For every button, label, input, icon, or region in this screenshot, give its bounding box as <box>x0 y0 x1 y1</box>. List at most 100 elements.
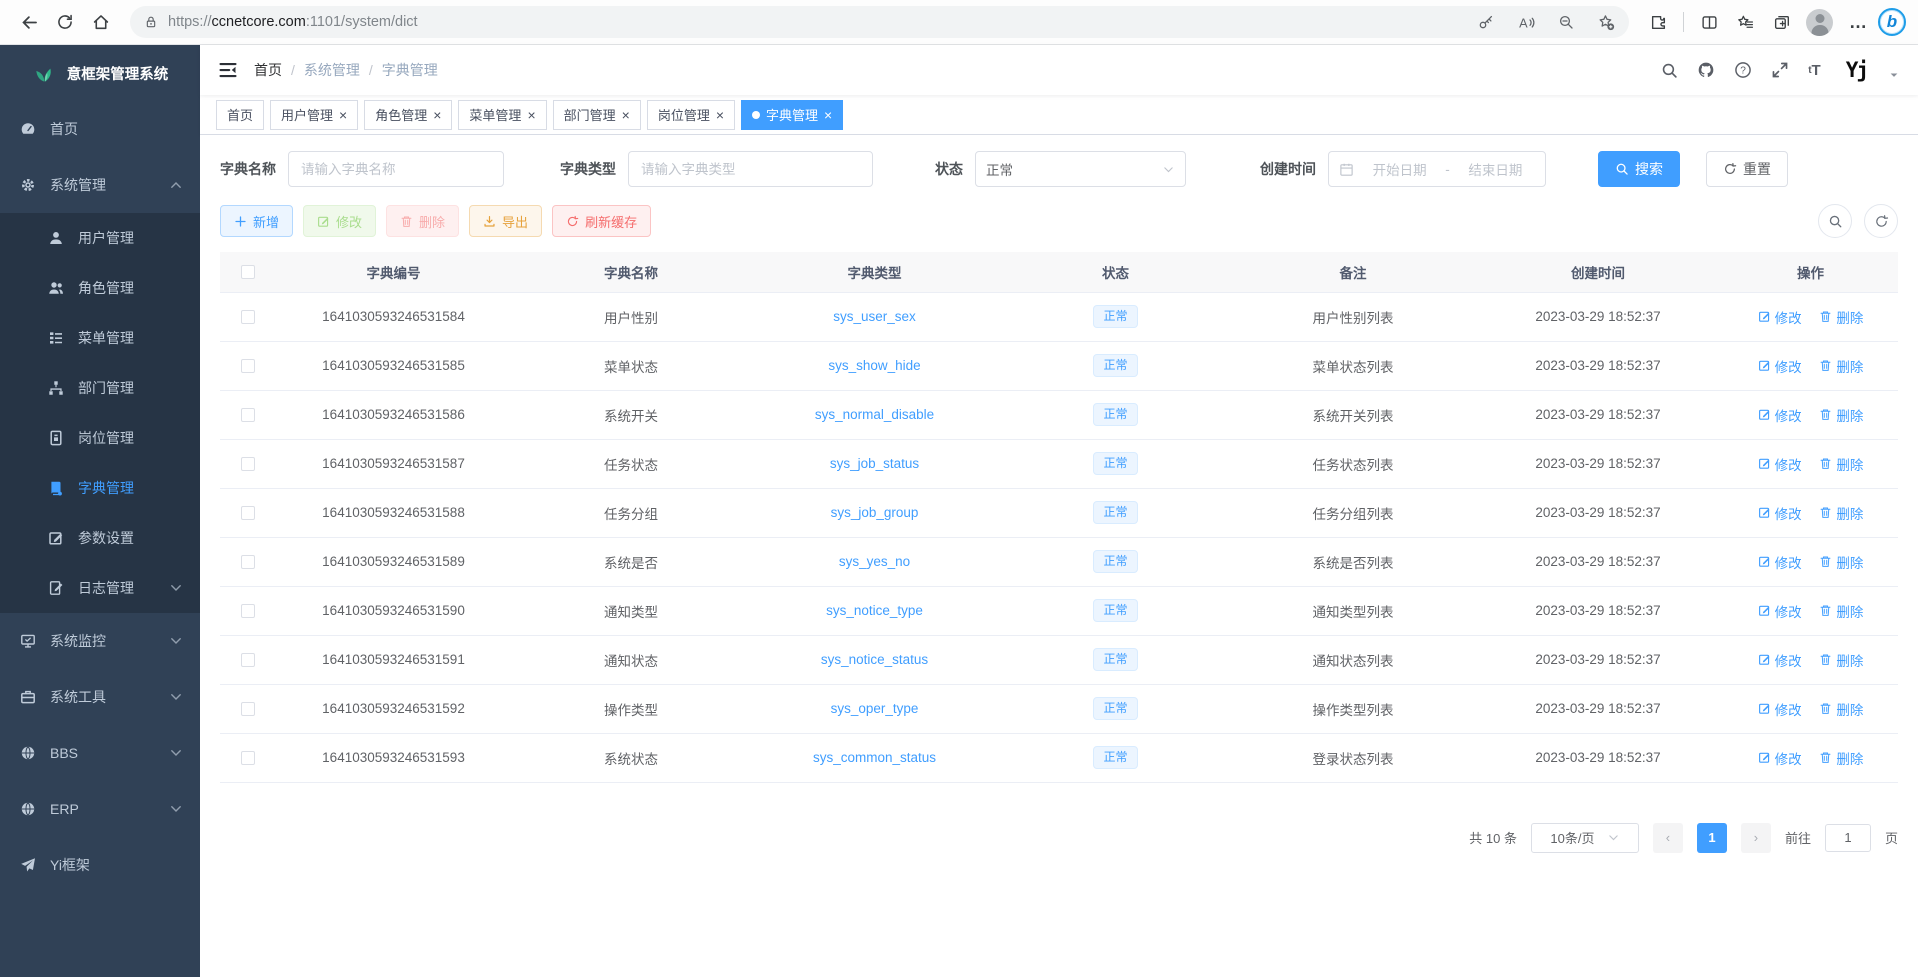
sidebar-item-menu-mgmt[interactable]: 菜单管理 <box>0 313 200 363</box>
copilot-icon[interactable]: b <box>1878 8 1906 36</box>
row-edit-link[interactable]: 修改 <box>1758 748 1802 768</box>
sidebar-item-dict-mgmt[interactable]: 字典管理 <box>0 463 200 513</box>
breadcrumb-item[interactable]: 首页 <box>254 60 304 80</box>
row-checkbox[interactable] <box>241 555 255 569</box>
status-select[interactable]: 正常 <box>975 151 1186 187</box>
dict-type-link[interactable]: sys_job_group <box>831 505 919 520</box>
reset-button[interactable]: 重置 <box>1706 151 1788 187</box>
row-checkbox[interactable] <box>241 653 255 667</box>
row-checkbox[interactable] <box>241 310 255 324</box>
row-edit-link[interactable]: 修改 <box>1758 307 1802 327</box>
row-delete-link[interactable]: 删除 <box>1819 699 1863 719</box>
sidebar-item-system-mgmt[interactable]: 系统管理 <box>0 157 200 213</box>
add-favorite-icon[interactable] <box>1591 7 1621 37</box>
row-checkbox[interactable] <box>241 702 255 716</box>
row-delete-link[interactable]: 删除 <box>1819 307 1863 327</box>
row-edit-link[interactable]: 修改 <box>1758 699 1802 719</box>
add-button[interactable]: 新增 <box>220 205 293 237</box>
tab-dept-mgmt[interactable]: 部门管理 × <box>553 100 641 130</box>
tab-home[interactable]: 首页 <box>216 100 264 130</box>
row-delete-link[interactable]: 删除 <box>1819 601 1863 621</box>
refresh-table-button[interactable] <box>1864 204 1898 238</box>
back-icon[interactable] <box>12 5 46 39</box>
tab-close-icon[interactable]: × <box>622 108 630 122</box>
password-key-icon[interactable] <box>1471 7 1501 37</box>
row-checkbox[interactable] <box>241 457 255 471</box>
dict-name-input[interactable] <box>288 151 504 187</box>
zoom-out-icon[interactable] <box>1551 7 1581 37</box>
prev-page-button[interactable]: ‹ <box>1653 823 1683 853</box>
show-search-toggle-button[interactable] <box>1818 204 1852 238</box>
sidebar-item-bbs[interactable]: BBS <box>0 725 200 781</box>
tab-dict-mgmt[interactable]: 字典管理 × <box>741 100 843 130</box>
tab-role-mgmt[interactable]: 角色管理 × <box>364 100 452 130</box>
user-logo-avatar[interactable]: Yj <box>1846 58 1867 82</box>
date-end-placeholder[interactable]: 结束日期 <box>1456 159 1535 179</box>
row-delete-link[interactable]: 删除 <box>1819 650 1863 670</box>
lock-icon[interactable] <box>144 15 158 29</box>
tab-close-icon[interactable]: × <box>527 108 535 122</box>
date-start-placeholder[interactable]: 开始日期 <box>1360 159 1439 179</box>
breadcrumb-item[interactable]: 系统管理 <box>304 60 382 80</box>
fullscreen-icon[interactable] <box>1771 61 1789 79</box>
edit-button[interactable]: 修改 <box>303 205 376 237</box>
row-checkbox[interactable] <box>241 506 255 520</box>
help-icon[interactable]: ? <box>1734 61 1752 79</box>
address-bar[interactable]: https://ccnetcore.com:1101/system/dict A <box>130 6 1629 38</box>
row-delete-link[interactable]: 删除 <box>1819 405 1863 425</box>
row-edit-link[interactable]: 修改 <box>1758 601 1802 621</box>
sidebar-item-user-mgmt[interactable]: 用户管理 <box>0 213 200 263</box>
home-icon[interactable] <box>84 5 118 39</box>
row-delete-link[interactable]: 删除 <box>1819 552 1863 572</box>
tab-user-mgmt[interactable]: 用户管理 × <box>270 100 358 130</box>
profile-avatar[interactable] <box>1806 9 1833 36</box>
row-edit-link[interactable]: 修改 <box>1758 356 1802 376</box>
url-text[interactable]: https://ccnetcore.com:1101/system/dict <box>168 14 1461 30</box>
current-page-button[interactable]: 1 <box>1697 823 1727 853</box>
tab-close-icon[interactable]: × <box>824 108 832 122</box>
dict-type-link[interactable]: sys_show_hide <box>828 358 920 373</box>
dict-type-link[interactable]: sys_oper_type <box>831 701 919 716</box>
row-edit-link[interactable]: 修改 <box>1758 454 1802 474</box>
search-button[interactable]: 搜索 <box>1598 151 1680 187</box>
tab-menu-mgmt[interactable]: 菜单管理 × <box>458 100 546 130</box>
sidebar-item-dept-mgmt[interactable]: 部门管理 <box>0 363 200 413</box>
row-checkbox[interactable] <box>241 751 255 765</box>
dict-type-link[interactable]: sys_common_status <box>813 750 936 765</box>
tab-close-icon[interactable]: × <box>433 108 441 122</box>
row-edit-link[interactable]: 修改 <box>1758 552 1802 572</box>
sidebar-item-system-monitor[interactable]: 系统监控 <box>0 613 200 669</box>
sidebar-item-post-mgmt[interactable]: 岗位管理 <box>0 413 200 463</box>
tab-close-icon[interactable]: × <box>716 108 724 122</box>
sidebar-item-system-tools[interactable]: 系统工具 <box>0 669 200 725</box>
collections-icon[interactable] <box>1764 5 1798 39</box>
date-range-picker[interactable]: 开始日期 - 结束日期 <box>1328 151 1546 187</box>
favorites-icon[interactable] <box>1728 5 1762 39</box>
dict-type-input[interactable] <box>628 151 873 187</box>
sidebar-item-yi-framework[interactable]: Yi框架 <box>0 837 200 893</box>
export-button[interactable]: 导出 <box>469 205 542 237</box>
sidebar-toggle-icon[interactable] <box>218 60 238 80</box>
dict-type-link[interactable]: sys_yes_no <box>839 554 910 569</box>
row-delete-link[interactable]: 删除 <box>1819 356 1863 376</box>
sidebar-item-param-settings[interactable]: 参数设置 <box>0 513 200 563</box>
row-checkbox[interactable] <box>241 604 255 618</box>
delete-button[interactable]: 删除 <box>386 205 459 237</box>
split-screen-icon[interactable] <box>1692 5 1726 39</box>
search-icon[interactable] <box>1661 62 1678 79</box>
row-edit-link[interactable]: 修改 <box>1758 503 1802 523</box>
row-delete-link[interactable]: 删除 <box>1819 503 1863 523</box>
dict-type-link[interactable]: sys_job_status <box>830 456 919 471</box>
page-size-select[interactable]: 10条/页 <box>1531 823 1639 853</box>
dict-type-link[interactable]: sys_notice_status <box>821 652 928 667</box>
extensions-icon[interactable] <box>1641 5 1675 39</box>
read-aloud-icon[interactable]: A <box>1511 7 1541 37</box>
goto-page-input[interactable] <box>1825 824 1871 852</box>
caret-down-icon[interactable] <box>1888 69 1900 81</box>
tab-post-mgmt[interactable]: 岗位管理 × <box>647 100 735 130</box>
sidebar-item-erp[interactable]: ERP <box>0 781 200 837</box>
select-all-checkbox[interactable] <box>241 265 255 279</box>
sidebar-item-role-mgmt[interactable]: 角色管理 <box>0 263 200 313</box>
refresh-cache-button[interactable]: 刷新缓存 <box>552 205 651 237</box>
github-icon[interactable] <box>1697 61 1715 79</box>
